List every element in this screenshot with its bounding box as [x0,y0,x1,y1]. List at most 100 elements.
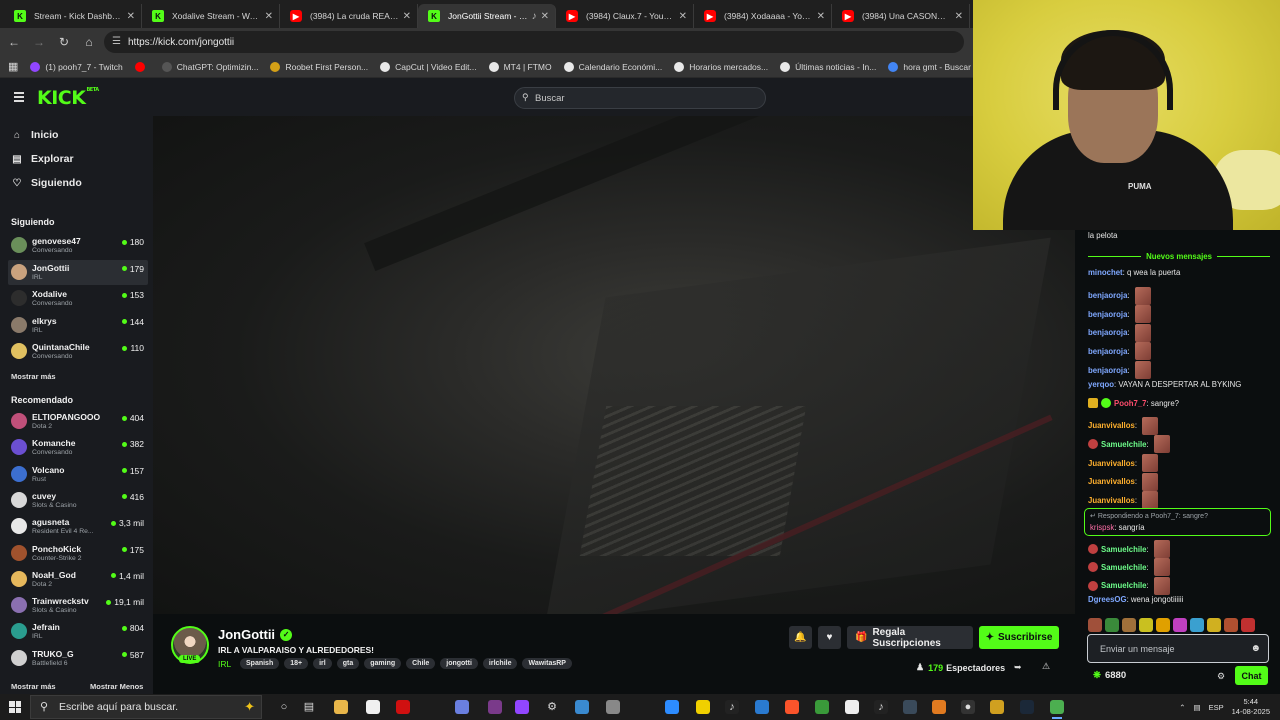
steam-icon[interactable] [1020,700,1034,714]
minecraft-icon[interactable] [815,700,829,714]
copilot-icon[interactable] [455,700,469,714]
chat-username[interactable]: DgreesOG [1088,595,1127,604]
reload-icon[interactable]: ↻ [53,35,75,49]
vscode-icon[interactable] [755,700,769,714]
video-player[interactable] [153,116,1075,614]
chat-emote-icon[interactable] [1134,342,1151,361]
site-info-icon[interactable]: ☰ [112,36,121,47]
chat-username[interactable]: Juanvivallos [1088,421,1135,430]
show-more-following[interactable]: Mostrar más [11,372,56,381]
close-tab-icon[interactable]: ✕ [817,11,825,22]
language-indicator[interactable]: ESP [1209,703,1224,712]
kick-logo[interactable]: KICKBETA [37,87,99,109]
sidebar-channel[interactable]: Volcano Rust 157 [8,462,148,487]
zoom-icon[interactable] [665,700,679,714]
show-less-recommended[interactable]: Mostrar Menos [90,682,143,691]
emoji-icon[interactable]: ☻ [1250,643,1261,654]
subscribe-button[interactable]: ✦ Suscribirse [979,626,1059,649]
sidebar-channel[interactable]: cuvey Slots & Casino 416 [8,488,148,513]
chat-username[interactable]: benjaoroja [1088,328,1127,337]
gift-subscriptions-button[interactable]: 🎁 Regala Suscripciones [847,626,973,649]
bookmark-item[interactable]: ChatGPT: Optimizin... [161,61,258,72]
stream-tag[interactable]: Chile [406,658,436,669]
nav-siguiendo[interactable]: ♡ Siguiendo [11,177,82,189]
bookmark-item[interactable]: Calendario Económi... [563,61,662,72]
vpn-icon[interactable] [903,700,917,714]
paint-icon[interactable] [575,700,589,714]
chat-username[interactable]: minochet [1088,268,1123,277]
task-view-icon[interactable]: ▤ [302,700,316,714]
share-icon[interactable]: ➥ [1014,662,1022,673]
chat-emote-icon[interactable] [1134,323,1151,342]
chat-emote-icon[interactable] [1142,491,1159,510]
streamer-name[interactable]: JonGottii ✓ [218,627,293,642]
blender-icon[interactable] [932,700,946,714]
windows-start-icon[interactable] [9,701,21,713]
chat-username[interactable]: benjaoroja [1088,366,1127,375]
close-tab-icon[interactable]: ✕ [265,11,273,22]
sidebar-channel[interactable]: TRUKO_G Battlefield 6 587 [8,646,148,671]
notification-bell-button[interactable]: 🔔 [789,626,812,649]
stream-tag[interactable]: irl [313,658,332,669]
chat-emote-icon[interactable] [1142,472,1159,491]
browser-tab[interactable]: ▶ (3984) Xodaaaa - YouTube ✕ [694,4,832,28]
sticky-notes-icon[interactable] [696,700,710,714]
chat-username[interactable]: Samuelchile [1101,545,1147,554]
twitch-icon[interactable] [515,700,529,714]
capcut-icon[interactable] [845,700,859,714]
close-tab-icon[interactable]: ✕ [679,11,687,22]
chat-emote-icon[interactable] [1134,286,1151,305]
nav-inicio[interactable]: ⌂ Inicio [11,129,58,141]
browser-tab[interactable]: K Stream - Kick Dashboard ✕ [4,4,142,28]
nav-explorar[interactable]: ▤ Explorar [11,153,73,165]
close-tab-icon[interactable]: ✕ [403,11,411,22]
notepad-icon[interactable] [366,700,380,714]
follow-heart-button[interactable]: ♥ [818,626,841,649]
bookmark-item[interactable]: (1) pooh7_7 - Twitch [30,61,123,72]
chat-username[interactable]: Juanvivallos [1088,496,1135,505]
chat-username[interactable]: Samuelchile [1101,440,1147,449]
browser-tab[interactable]: ▶ (3984) La cruda REALIDAD ✕ [280,4,418,28]
browser-tab[interactable]: K JonGottii Stream - Wa ♪ ✕ [418,4,556,28]
bookmark-item[interactable]: Últimas noticias - In... [780,61,876,72]
stream-tag[interactable]: irlchile [482,658,518,669]
chat-username[interactable]: Pooh7_7 [1114,399,1147,408]
bookmark-item[interactable]: Horarios mercados... [674,61,768,72]
tiktok-icon[interactable]: ♪ [725,700,739,714]
browser-tab[interactable]: ▶ (3984) Una CASONA EMB ✕ [832,4,970,28]
audio-icon[interactable]: ♪ [532,11,537,22]
network-icon[interactable]: ▤ [1194,703,1201,712]
close-tab-icon[interactable]: ✕ [955,11,963,22]
address-bar[interactable]: ☰ https://kick.com/jongottii [104,31,964,53]
opera-icon[interactable] [396,700,410,714]
bookmark-item[interactable]: MT4 | FTMO [488,61,552,72]
chat-send-button[interactable]: Chat [1235,666,1268,685]
back-icon[interactable]: ← [3,35,25,49]
channel-points[interactable]: ❋ 6880 [1093,670,1126,681]
chat-emote-icon[interactable] [1142,416,1159,435]
chat-emote-icon[interactable] [1153,435,1170,454]
sidebar-channel[interactable]: Komanche Conversando 382 [8,435,148,460]
chat-username[interactable]: Samuelchile [1101,581,1147,590]
chat-username[interactable]: krispsk [1090,523,1114,532]
chat-emote-icon[interactable] [1134,305,1151,324]
chat-username[interactable]: yerqoo [1088,380,1114,389]
file-explorer-icon[interactable] [334,700,348,714]
report-icon[interactable]: ⚠ [1042,661,1050,672]
sidebar-channel[interactable]: agusneta Resident Evil 4 Re... 3,3 mil [8,514,148,539]
chevron-up-icon[interactable]: ⌃ [1179,703,1185,712]
browser-tab[interactable]: K Xodalive Stream - Watch L ✕ [142,4,280,28]
bookmark-item[interactable]: hora gmt - Buscar c... [888,61,985,72]
sidebar-channel[interactable]: JonGottii IRL 179 [8,259,148,285]
chat-username[interactable]: benjaoroja [1088,291,1127,300]
cortana-icon[interactable]: ○ [277,700,291,714]
clock[interactable]: 5:44 14-08-2025 [1232,697,1270,717]
bookmark-item[interactable] [134,61,150,72]
sidebar-channel[interactable]: PonchoKick Counter-Strike 2 175 [8,541,148,566]
sidebar-channel[interactable]: genovese47 Conversando 180 [8,233,148,258]
settings-icon[interactable]: ⚙ [545,700,559,714]
taskbar-search[interactable]: ⚲ Escribe aquí para buscar. ✦ [30,695,262,719]
brave-icon[interactable] [785,700,799,714]
stream-tag[interactable]: gta [336,658,360,669]
stream-tag[interactable]: 18+ [284,658,309,669]
